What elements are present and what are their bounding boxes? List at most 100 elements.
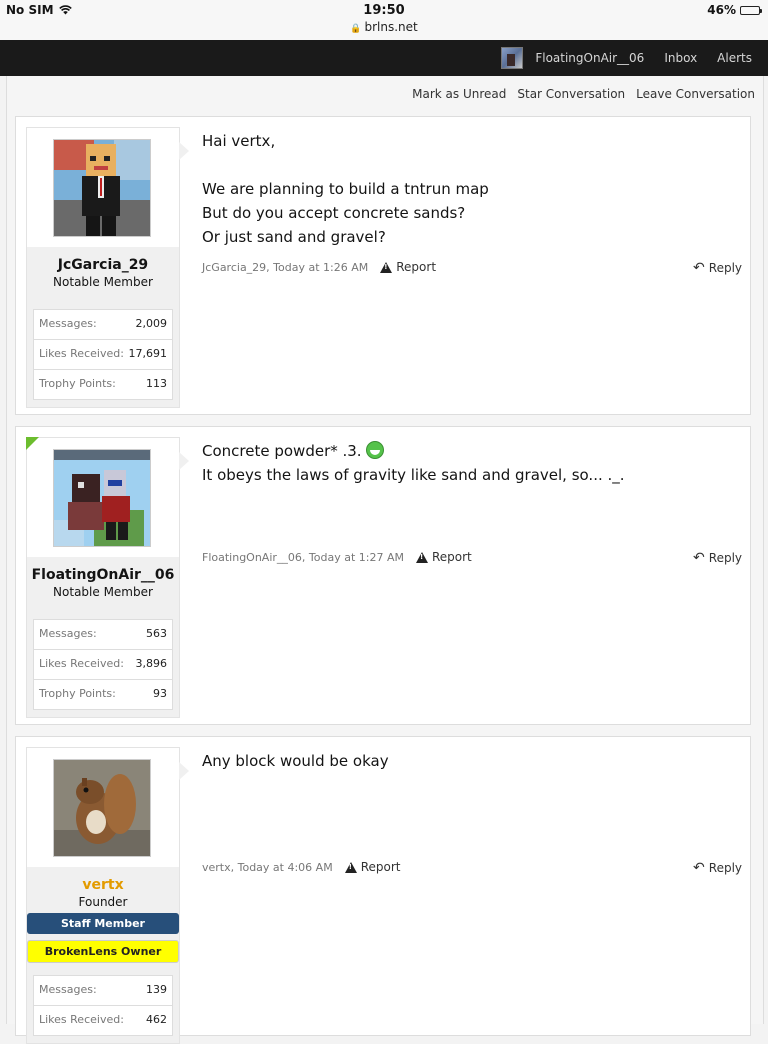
user-title: Founder: [78, 895, 128, 909]
message-meta: JcGarcia_29, Today at 1:26 AM Report ↶Re…: [202, 260, 742, 276]
owner-banner: BrokenLens Owner: [27, 940, 179, 963]
message: JcGarcia_29 Notable Member Messages: 2,00…: [15, 116, 751, 415]
warning-icon: [415, 551, 428, 563]
author-name[interactable]: vertx: [27, 877, 179, 893]
account-menu[interactable]: FloatingOnAir__06: [501, 47, 644, 69]
mark-unread-link[interactable]: Mark as Unread: [412, 87, 506, 101]
message-body: Any block would be okay: [202, 749, 742, 773]
stat-value[interactable]: 2,009: [136, 317, 168, 332]
top-navbar: FloatingOnAir__06 Inbox Alerts: [0, 40, 768, 76]
reply-label: Reply: [708, 261, 742, 275]
staff-member-banner: Staff Member: [27, 913, 179, 934]
avatar: [501, 47, 524, 69]
message-text: Or just sand and gravel?: [202, 228, 386, 246]
user-stats: Messages: 139 Likes Received: 462: [33, 975, 173, 1036]
message-text: We are planning to build a tntrun map: [202, 180, 489, 198]
message-body: Concrete powder* .3. It obeys the laws o…: [202, 439, 742, 487]
stat-value[interactable]: 3,896: [136, 657, 168, 672]
inbox-link[interactable]: Inbox: [664, 51, 697, 65]
stat-row: Messages: 563: [33, 619, 173, 650]
reply-icon: ↶: [693, 860, 705, 876]
reply-icon: ↶: [693, 550, 705, 566]
account-username: FloatingOnAir__06: [535, 51, 645, 65]
stat-row: Messages: 2,009: [33, 309, 173, 340]
stat-row: Messages: 139: [33, 975, 173, 1006]
report-button[interactable]: Report: [415, 550, 472, 564]
message-user-info: vertx Founder Staff Member BrokenLens Ow…: [26, 747, 189, 1044]
author-name[interactable]: FloatingOnAir__06: [27, 567, 179, 583]
stat-row: Likes Received: 462: [33, 1005, 173, 1036]
reply-button[interactable]: ↶ Reply: [693, 860, 742, 876]
message-text: Any block would be okay: [202, 752, 389, 770]
grin-emoji-icon: [366, 441, 385, 459]
report-label: Report: [431, 550, 472, 564]
avatar[interactable]: [53, 759, 151, 857]
url-text: brlns.net: [364, 20, 418, 34]
alerts-link[interactable]: Alerts: [717, 51, 752, 65]
message-text: Concrete powder* .3.: [202, 439, 742, 463]
stat-label: Messages:: [39, 317, 97, 330]
message-line: Concrete powder* .3.: [202, 442, 362, 460]
stat-value[interactable]: 17,691: [129, 347, 168, 362]
conversation-actions: Mark as Unread Star Conversation Leave C…: [6, 76, 764, 114]
stat-label: Messages:: [39, 983, 97, 996]
user-stats: Messages: 2,009 Likes Received: 17,691 Tro…: [33, 309, 173, 400]
stat-label: Likes Received:: [39, 347, 124, 360]
message: FloatingOnAir__06 Notable Member Message…: [15, 426, 751, 725]
message-text: It obeys the laws of gravity like sand a…: [202, 466, 625, 484]
battery-status: 46%: [707, 3, 762, 17]
report-button[interactable]: Report: [380, 260, 436, 274]
author-name[interactable]: JcGarcia_29: [27, 257, 179, 273]
stat-label: Trophy Points:: [39, 687, 116, 700]
address-bar[interactable]: 🔒 brlns.net: [0, 20, 768, 34]
leave-conversation-link[interactable]: Leave Conversation: [636, 87, 755, 101]
user-title: Notable Member: [53, 275, 153, 289]
stat-row: Likes Received: 17,691: [33, 339, 173, 370]
battery-icon: [740, 5, 762, 15]
message-user-info: FloatingOnAir__06 Notable Member Message…: [26, 437, 189, 718]
stat-label: Likes Received:: [39, 657, 124, 670]
avatar[interactable]: [53, 139, 151, 237]
user-stats: Messages: 563 Likes Received: 3,896 Trophy…: [33, 619, 173, 710]
stat-label: Trophy Points:: [39, 377, 116, 390]
stat-row: Trophy Points: 93: [33, 679, 173, 710]
message-byline[interactable]: FloatingOnAir__06, Today at 1:27 AM: [202, 551, 404, 564]
stat-value[interactable]: 113: [146, 377, 167, 392]
warning-icon: [344, 861, 357, 873]
reply-button[interactable]: ↶ Reply: [693, 260, 742, 276]
message-byline[interactable]: JcGarcia_29, Today at 1:26 AM: [202, 261, 368, 274]
message-meta: FloatingOnAir__06, Today at 1:27 AM Repo…: [202, 550, 742, 566]
message-byline[interactable]: vertx, Today at 4:06 AM: [202, 861, 333, 874]
message-body: Hai vertx, We are planning to build a tn…: [202, 129, 742, 249]
stat-label: Messages:: [39, 627, 97, 640]
message-text: Hai vertx,: [202, 132, 276, 150]
stat-row: Trophy Points: 113: [33, 369, 173, 400]
lock-icon: 🔒: [350, 24, 362, 34]
stat-value[interactable]: 462: [146, 1013, 167, 1028]
status-bar: No SIM 19:50 🔒 brlns.net 46%: [0, 0, 768, 40]
user-title: Notable Member: [53, 585, 153, 599]
message: vertx Founder Staff Member BrokenLens Ow…: [15, 736, 751, 1044]
stat-value[interactable]: 139: [146, 983, 167, 998]
stat-label: Likes Received:: [39, 1013, 124, 1026]
reply-label: Reply: [708, 861, 742, 875]
star-conversation-link[interactable]: Star Conversation: [517, 87, 625, 101]
clock: 19:50: [363, 3, 405, 18]
avatar[interactable]: [53, 449, 151, 547]
reply-button[interactable]: ↶ Reply: [693, 550, 742, 566]
report-label: Report: [360, 860, 401, 874]
stat-value[interactable]: 93: [153, 687, 167, 702]
report-button[interactable]: Report: [344, 860, 401, 874]
reply-label: Reply: [708, 551, 742, 565]
warning-icon: [380, 261, 393, 273]
reply-icon: ↶: [693, 260, 705, 276]
message-user-info: JcGarcia_29 Notable Member Messages: 2,00…: [26, 127, 189, 408]
message-meta: vertx, Today at 4:06 AM Report ↶Reply: [202, 860, 742, 876]
battery-percent: 46%: [707, 3, 736, 17]
stat-row: Likes Received: 3,896: [33, 649, 173, 680]
report-label: Report: [396, 260, 437, 274]
new-message-marker: [26, 437, 39, 450]
message-text: [202, 153, 742, 177]
stat-value[interactable]: 563: [146, 627, 167, 642]
message-text: But do you accept concrete sands?: [202, 204, 466, 222]
